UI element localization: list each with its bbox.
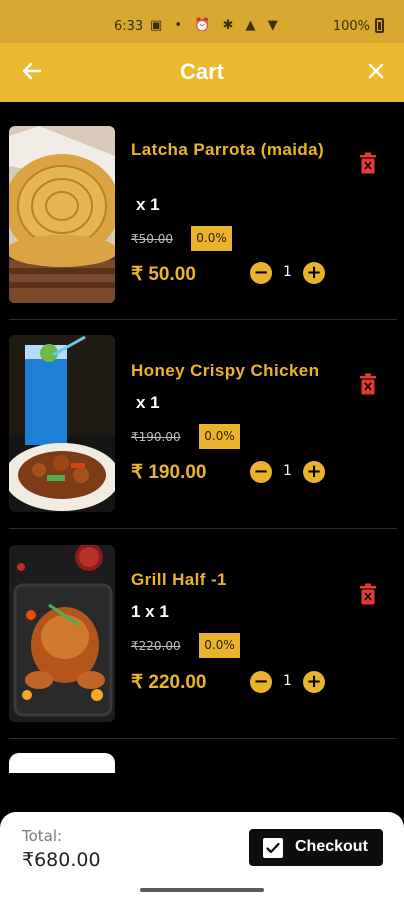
page-title: Cart	[179, 59, 224, 84]
item-original-price: ₹190.00	[131, 430, 181, 444]
discount-badge: 0.0%	[199, 424, 240, 449]
item-name: Honey Crispy Chicken	[131, 361, 320, 380]
checkbox-icon	[263, 838, 283, 858]
item-price: ₹ 50.00	[131, 264, 196, 285]
close-icon[interactable]	[362, 57, 390, 85]
grill-chicken-photo	[9, 545, 115, 722]
increment-button[interactable]: +	[303, 671, 325, 693]
divider	[9, 319, 397, 320]
decrement-button[interactable]: −	[250, 461, 272, 483]
battery-icon	[375, 18, 384, 33]
item-count: 1	[283, 264, 292, 280]
item-quantity: 1 x 1	[131, 602, 169, 621]
status-icons: ▣ • ⏰ ✱ ▲ ▼	[150, 18, 282, 33]
quantity-stepper: − 1 +	[250, 671, 328, 695]
checkout-bar: Total: ₹680.00 Checkout	[0, 812, 404, 900]
delete-icon[interactable]	[359, 583, 377, 605]
gesture-bar[interactable]	[140, 888, 264, 892]
item-price: ₹ 220.00	[131, 672, 207, 693]
checkout-button[interactable]: Checkout	[249, 829, 383, 866]
quantity-stepper: − 1 +	[250, 461, 328, 485]
next-item-image-partial	[9, 753, 115, 773]
divider	[9, 528, 397, 529]
item-count: 1	[283, 673, 292, 689]
status-time: 6:33	[114, 19, 144, 34]
delete-icon[interactable]	[359, 152, 377, 174]
item-name: Latcha Parrota (maida)	[131, 140, 325, 159]
latcha-parrota-photo	[9, 126, 115, 303]
honey-crispy-chicken-photo	[9, 335, 115, 512]
divider	[9, 738, 397, 739]
battery-level: 100%	[332, 19, 370, 34]
total-value: ₹680.00	[22, 849, 101, 871]
total-label: Total:	[22, 827, 63, 845]
item-original-price: ₹50.00	[131, 232, 173, 246]
item-original-price: ₹220.00	[131, 639, 181, 653]
discount-badge: 0.0%	[199, 633, 240, 658]
quantity-stepper: − 1 +	[250, 262, 328, 286]
increment-button[interactable]: +	[303, 262, 325, 284]
cart-screen: 6:33 ▣ • ⏰ ✱ ▲ ▼ 100% Cart Latcha Parrot…	[0, 0, 404, 900]
item-quantity: x 1	[136, 393, 160, 412]
decrement-button[interactable]: −	[250, 671, 272, 693]
item-count: 1	[283, 463, 292, 479]
delete-icon[interactable]	[359, 373, 377, 395]
discount-badge: 0.0%	[191, 226, 232, 251]
decrement-button[interactable]: −	[250, 262, 272, 284]
status-bar: 6:33 ▣ • ⏰ ✱ ▲ ▼ 100%	[0, 0, 404, 43]
app-bar: Cart	[0, 43, 404, 102]
checkout-label: Checkout	[295, 838, 368, 855]
item-quantity: x 1	[136, 195, 160, 214]
item-name: Grill Half -1	[131, 570, 227, 589]
increment-button[interactable]: +	[303, 461, 325, 483]
item-price: ₹ 190.00	[131, 462, 207, 483]
